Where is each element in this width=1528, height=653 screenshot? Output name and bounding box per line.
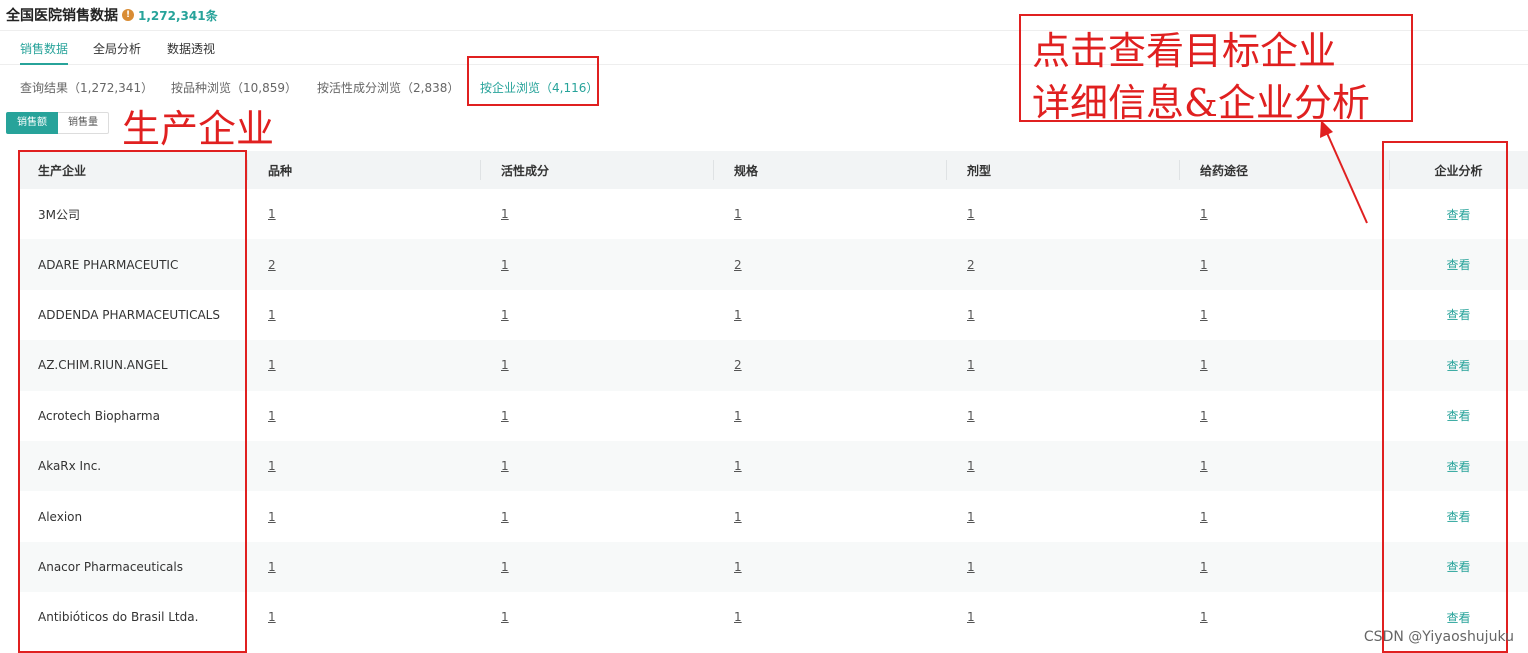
watermark: CSDN @Yiyaoshujuku	[1363, 629, 1514, 645]
annotation-arrow	[1320, 120, 1368, 224]
